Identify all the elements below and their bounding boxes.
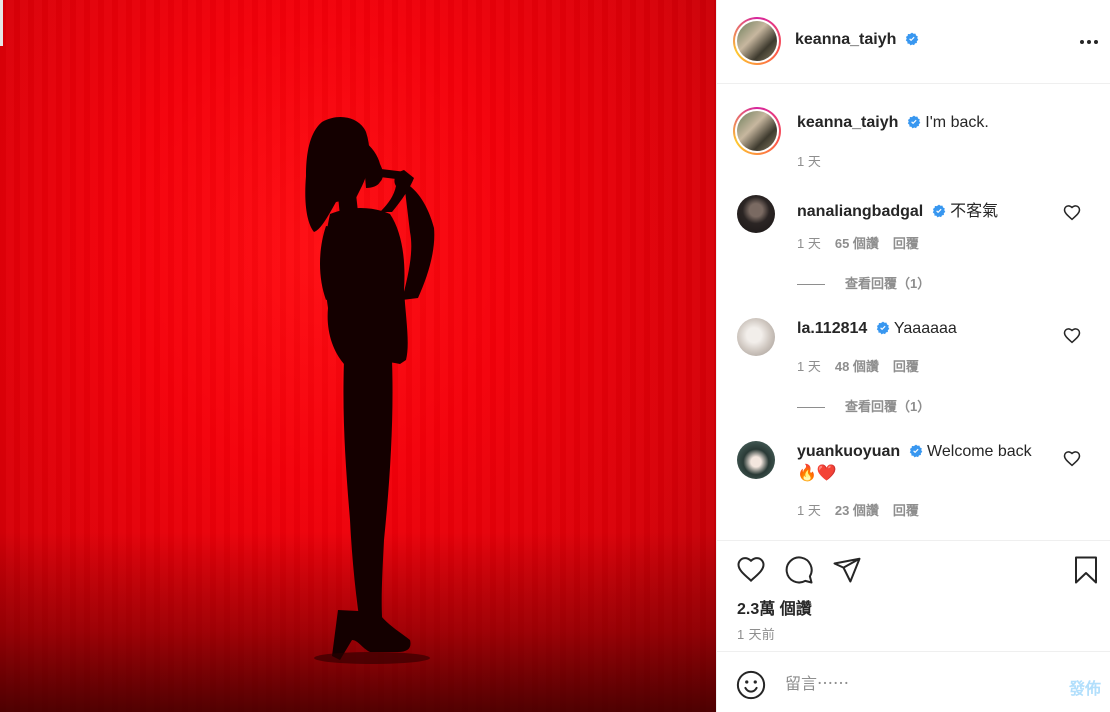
reply-button[interactable]: 回覆 <box>893 236 919 251</box>
caption-avatar-image <box>737 111 777 151</box>
post-like-count[interactable]: 2.3萬 個讚 <box>737 595 812 619</box>
comment-row: nanaliangbadgal 不客氣 <box>797 197 998 221</box>
caption-time[interactable]: 1 天 <box>797 151 821 170</box>
comment-like-count[interactable]: 65 個讚 <box>835 236 879 251</box>
bookmark-icon[interactable] <box>1071 555 1101 585</box>
comment-time[interactable]: 1 天 <box>797 503 821 518</box>
silhouette-figure <box>305 117 435 664</box>
caption-row: keanna_taiyh I'm back. <box>797 114 989 132</box>
verified-badge-icon <box>932 204 946 218</box>
author-username-row: keanna_taiyh <box>795 31 919 49</box>
comment-text: 不客氣 <box>950 203 999 220</box>
comment-username[interactable]: nanaliangbadgal <box>797 203 923 220</box>
post-header: keanna_taiyh <box>717 0 1110 84</box>
comment-time[interactable]: 1 天 <box>797 359 821 374</box>
comment-like-heart-icon[interactable] <box>1063 450 1081 468</box>
like-heart-icon[interactable] <box>736 555 766 585</box>
comment-time[interactable]: 1 天 <box>797 236 821 251</box>
caption-text: I'm back. <box>925 114 989 131</box>
author-avatar[interactable] <box>733 17 781 65</box>
replies-dash <box>797 407 825 409</box>
caption-author-avatar[interactable] <box>733 107 781 155</box>
comment-username[interactable]: yuankuoyuan <box>797 443 900 460</box>
comment-like-heart-icon[interactable] <box>1063 204 1081 222</box>
caption-username[interactable]: keanna_taiyh <box>797 114 898 131</box>
view-replies-label: 查看回覆（1） <box>845 399 931 414</box>
comment-input[interactable] <box>785 672 1045 698</box>
post-comment-button[interactable]: 發佈 <box>1069 675 1101 699</box>
comment-avatar[interactable] <box>737 318 775 356</box>
post-photo[interactable] <box>0 0 716 712</box>
view-replies-label: 查看回覆（1） <box>845 276 931 291</box>
verified-badge-icon <box>909 444 922 458</box>
comment-avatar[interactable] <box>737 441 775 479</box>
comment-text: Welcome back <box>927 443 1032 460</box>
verified-badge-icon <box>876 321 890 335</box>
comment-text: Yaaaaaa <box>893 320 957 337</box>
view-replies-button[interactable]: 查看回覆（1） <box>797 396 930 415</box>
comment-avatar[interactable] <box>737 195 775 233</box>
more-options-icon[interactable] <box>1079 30 1099 54</box>
reply-button[interactable]: 回覆 <box>893 359 919 374</box>
post-actions: 2.3萬 個讚 1 天前 <box>717 540 1110 650</box>
comment-row: yuankuoyuan Welcome back <box>797 443 1032 461</box>
comment-like-count[interactable]: 48 個讚 <box>835 359 879 374</box>
comment-icon[interactable] <box>784 555 814 585</box>
comment-meta: 1 天 65 個讚 回覆 <box>797 233 919 252</box>
emoji-icon[interactable] <box>736 670 766 700</box>
comment-text-line2: 🔥❤️ <box>797 465 837 482</box>
share-icon[interactable] <box>832 555 862 585</box>
replies-dash <box>797 284 825 286</box>
post-side-panel: keanna_taiyh keanna_taiyh I'm back. 1 天 … <box>716 0 1110 712</box>
comment-meta: 1 天 23 個讚 回覆 <box>797 500 919 519</box>
comment-username[interactable]: la.112814 <box>797 320 867 337</box>
comment-composer: 發佈 <box>717 651 1110 712</box>
author-avatar-image <box>737 21 777 61</box>
verified-badge-icon <box>907 115 921 129</box>
comment-like-count[interactable]: 23 個讚 <box>835 503 879 518</box>
comment-row: la.112814 Yaaaaaa <box>797 320 957 338</box>
reply-button[interactable]: 回覆 <box>893 503 919 518</box>
verified-badge-icon <box>905 32 919 46</box>
author-username[interactable]: keanna_taiyh <box>795 31 896 48</box>
view-replies-button[interactable]: 查看回覆（1） <box>797 273 930 292</box>
post-time[interactable]: 1 天前 <box>737 624 775 643</box>
comment-like-heart-icon[interactable] <box>1063 327 1081 345</box>
comment-meta: 1 天 48 個讚 回覆 <box>797 356 919 375</box>
